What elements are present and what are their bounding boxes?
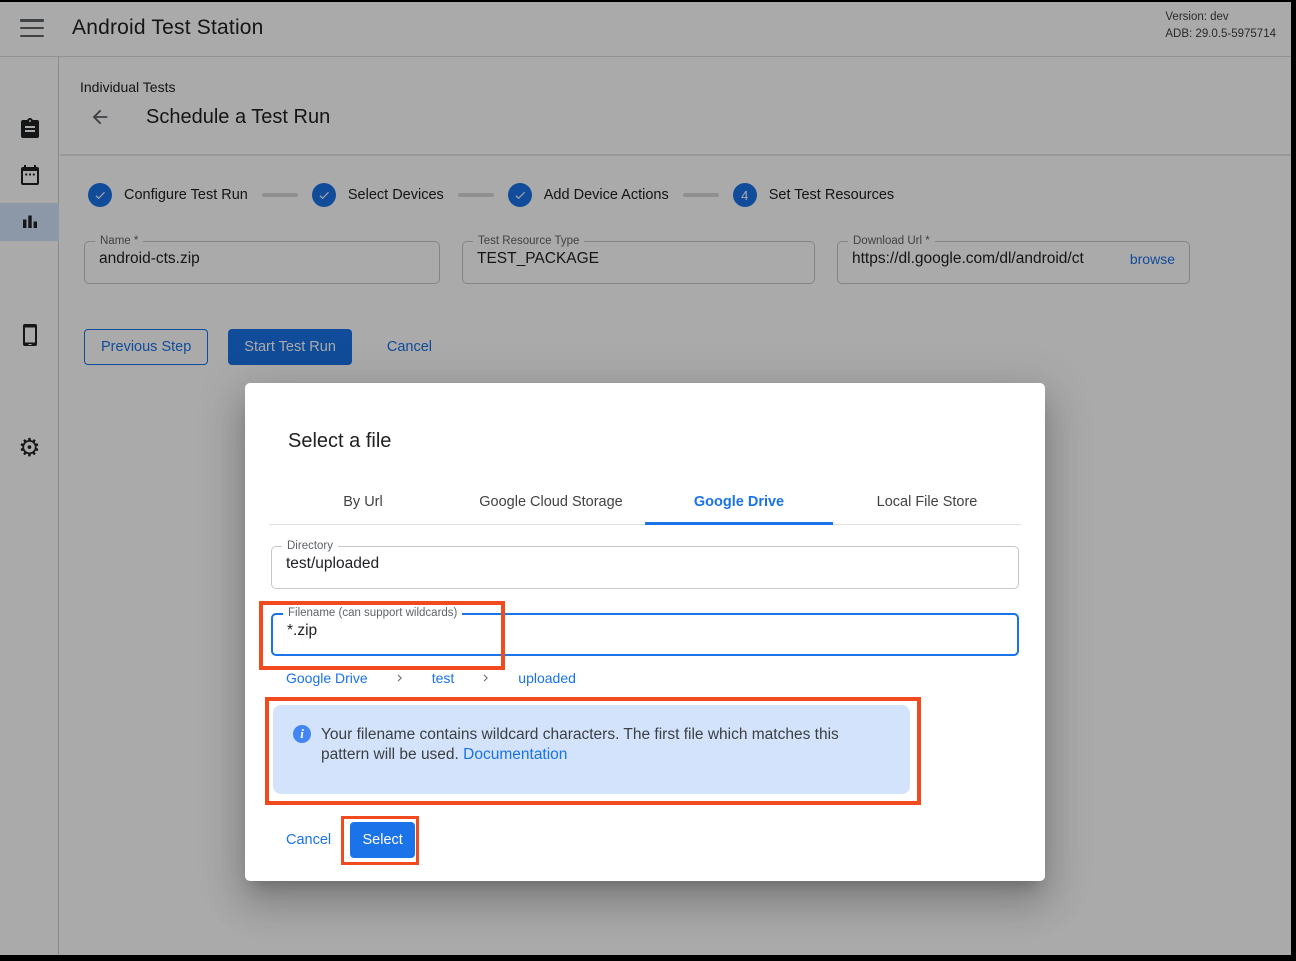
drive-breadcrumb: Google Drive test uploaded [286, 670, 576, 686]
tab-google-cloud-storage[interactable]: Google Cloud Storage [457, 480, 645, 524]
dialog-title: Select a file [288, 430, 391, 453]
chevron-right-icon [479, 671, 493, 685]
file-source-tabs: By Url Google Cloud Storage Google Drive… [269, 480, 1021, 525]
directory-field: Directory [271, 541, 1019, 589]
tab-local-file-store[interactable]: Local File Store [833, 480, 1021, 524]
tab-google-drive[interactable]: Google Drive [645, 480, 833, 524]
dialog-select-button[interactable]: Select [350, 822, 415, 858]
breadcrumb-uploaded[interactable]: uploaded [518, 670, 576, 686]
documentation-link[interactable]: Documentation [463, 746, 567, 763]
directory-field-label: Directory [282, 541, 338, 553]
filename-input[interactable] [287, 622, 1003, 640]
breadcrumb-test[interactable]: test [432, 670, 455, 686]
tab-by-url[interactable]: By Url [269, 480, 457, 524]
breadcrumb-google-drive[interactable]: Google Drive [286, 670, 368, 686]
filename-field-label: Filename (can support wildcards) [283, 608, 462, 620]
info-icon: i [293, 725, 311, 743]
select-file-dialog: Select a file By Url Google Cloud Storag… [245, 383, 1045, 881]
directory-input[interactable] [286, 555, 1004, 573]
wildcard-notice-banner: i Your filename contains wildcard charac… [273, 705, 910, 794]
app-window: Android Test Station Version: dev ADB: 2… [0, 0, 1296, 961]
dialog-cancel-button[interactable]: Cancel [286, 822, 331, 858]
dialog-actions: Cancel Select [286, 822, 415, 858]
filename-field: Filename (can support wildcards) [271, 608, 1019, 656]
chevron-right-icon [393, 671, 407, 685]
notice-text: Your filename contains wildcard characte… [321, 725, 886, 766]
